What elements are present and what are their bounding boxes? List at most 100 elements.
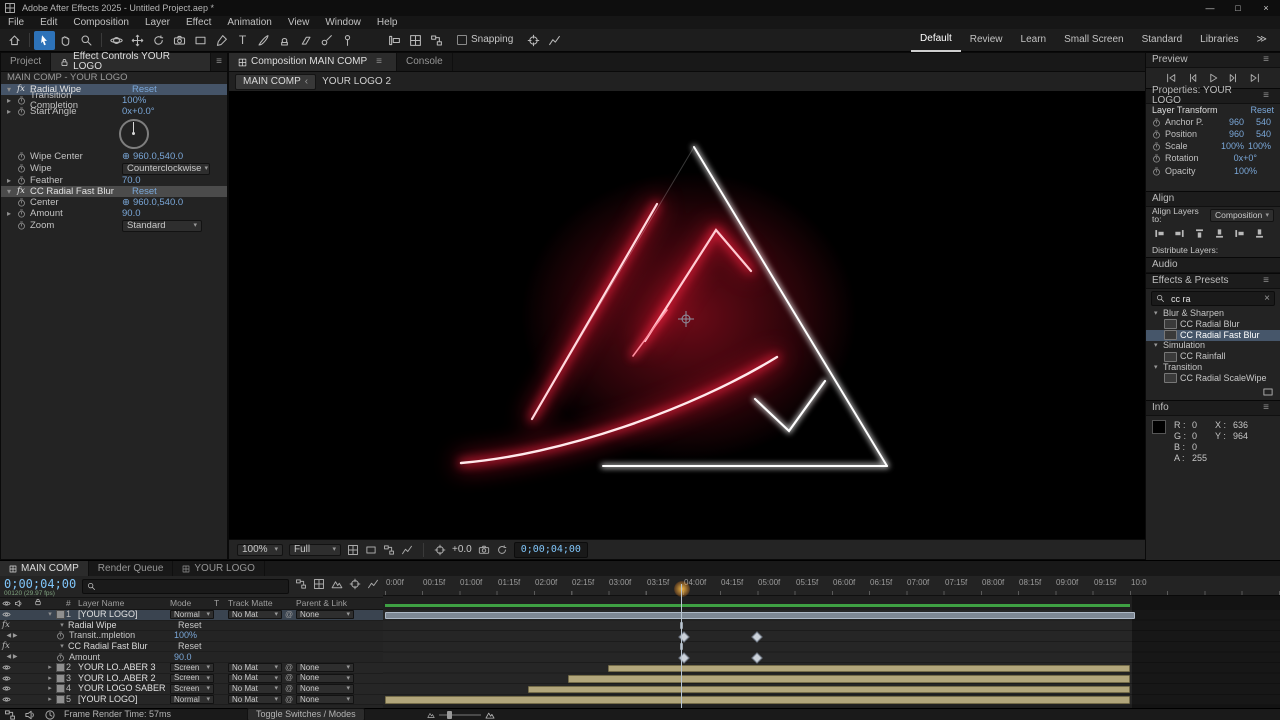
eye-icon[interactable] — [0, 674, 12, 683]
composition-flowchart-icon[interactable] — [295, 578, 307, 590]
type-tool[interactable]: T — [232, 31, 253, 50]
expand-icon[interactable]: ▸ — [7, 107, 17, 116]
align-panel-icon[interactable] — [384, 31, 405, 50]
selection-tool[interactable] — [34, 30, 55, 50]
col-track-matte[interactable]: Track Matte — [228, 599, 282, 608]
timeline-timecode[interactable]: 0;00;04;00 — [4, 578, 76, 590]
workspace-review[interactable]: Review — [961, 29, 1012, 52]
clear-search-icon[interactable]: × — [1264, 293, 1270, 304]
draft-3d-icon[interactable] — [313, 578, 325, 590]
eye-icon[interactable] — [0, 695, 12, 704]
align-header[interactable]: Align — [1146, 191, 1280, 208]
panel-menu-icon[interactable]: ≡ — [1258, 276, 1274, 286]
tree-item-cc-rainfall[interactable]: CC Rainfall — [1146, 351, 1280, 362]
tree-group-blur-sharpen[interactable]: ▾ Blur & Sharpen — [1146, 308, 1280, 319]
angle-dial[interactable] — [119, 119, 149, 149]
stopwatch-icon[interactable] — [1152, 142, 1165, 151]
shape-tool[interactable] — [190, 31, 211, 50]
pickwhip-icon[interactable]: @ — [282, 695, 296, 704]
flowchart-icon[interactable] — [426, 31, 447, 50]
info-header[interactable]: Info ≡ — [1146, 399, 1280, 416]
track-matte-dropdown[interactable]: No Mat ▾ — [228, 610, 282, 620]
value-x[interactable]: 960 — [1217, 129, 1244, 139]
eye-icon[interactable] — [0, 663, 12, 672]
mode-dropdown[interactable]: Screen ▾ — [170, 673, 214, 683]
timeline-search-input[interactable] — [100, 580, 284, 593]
value[interactable]: 0x+0° — [1217, 154, 1257, 163]
panel-menu-icon[interactable]: ≡ — [1258, 55, 1274, 65]
puppet-pin-tool[interactable] — [337, 31, 358, 50]
stopwatch-icon[interactable] — [17, 152, 30, 161]
menu-layer[interactable]: Layer — [137, 16, 178, 29]
stopwatch-icon[interactable] — [17, 164, 30, 173]
value[interactable]: 100% — [1217, 166, 1257, 176]
tab-composition-main-comp[interactable]: Composition MAIN COMP ≡ — [229, 53, 397, 71]
pickwhip-icon[interactable]: @ — [282, 610, 296, 619]
track-matte-dropdown[interactable]: No Mat ▾ — [228, 673, 282, 683]
value-y[interactable]: 540 — [1244, 129, 1271, 139]
frame-blend-icon[interactable] — [331, 578, 343, 590]
composition-viewport[interactable] — [229, 91, 1145, 539]
magnet-icon[interactable] — [523, 31, 544, 50]
expand-icon[interactable]: ▾ — [56, 622, 68, 629]
stopwatch-icon[interactable] — [56, 631, 69, 640]
expand-icon[interactable]: ▸ — [44, 696, 56, 703]
roto-brush-tool[interactable] — [316, 31, 337, 50]
lock-column-icon[interactable] — [34, 598, 44, 609]
layer-name[interactable]: [YOUR LOGO] — [78, 610, 170, 619]
viewer-timecode[interactable]: 0;00;04;00 — [513, 541, 588, 558]
stopwatch-icon[interactable] — [1152, 154, 1165, 163]
stopwatch-icon[interactable] — [1152, 167, 1165, 176]
timeline-zoom-control[interactable] — [427, 710, 495, 720]
hand-tool[interactable] — [55, 31, 76, 50]
breadcrumb-main-comp[interactable]: MAIN COMP ‹ — [235, 74, 317, 90]
layer-name[interactable]: YOUR LO..ABER 3 — [78, 663, 170, 672]
col-parent-link[interactable]: Parent & Link — [296, 599, 354, 608]
magnification-dropdown[interactable]: 100% ▾ — [237, 543, 283, 556]
prop-value[interactable]: 90.0 — [174, 652, 224, 662]
layer-name[interactable]: [YOUR LOGO] — [78, 695, 170, 704]
timeline-search-box[interactable] — [82, 579, 289, 594]
audio-mute-icon[interactable] — [24, 709, 36, 720]
first-frame-button[interactable] — [1165, 72, 1177, 84]
pickwhip-icon[interactable]: @ — [282, 684, 296, 693]
pickwhip-icon[interactable]: @ — [282, 663, 296, 672]
menu-file[interactable]: File — [0, 16, 32, 29]
eye-icon[interactable] — [0, 684, 12, 693]
current-time-indicator[interactable] — [681, 584, 682, 709]
layer-name[interactable]: YOUR LOGO SABER — [78, 684, 170, 693]
menu-window[interactable]: Window — [317, 16, 369, 29]
menu-view[interactable]: View — [280, 16, 318, 29]
render-clock-icon[interactable] — [44, 709, 56, 720]
parent-dropdown[interactable]: None ▾ — [296, 663, 354, 673]
collapse-icon[interactable]: ▾ — [1154, 364, 1163, 371]
tree-item-cc-radial-blur[interactable]: CC Radial Blur — [1146, 319, 1280, 330]
property-row-amount[interactable]: ◀ ▶ Amount 90.0 — [0, 652, 383, 663]
reset-link[interactable]: Reset — [178, 642, 228, 651]
expand-icon[interactable]: ▸ — [44, 664, 56, 671]
transparency-grid-icon[interactable] — [401, 544, 413, 556]
snapping-checkbox[interactable] — [457, 35, 467, 45]
track-matte-dropdown[interactable]: No Mat ▾ — [228, 694, 282, 705]
workspace-default[interactable]: Default — [911, 29, 961, 52]
layer-row-3[interactable]: ▸ 3 YOUR LO..ABER 2 Screen ▾ No Mat ▾ @ No… — [0, 673, 383, 685]
stopwatch-icon[interactable] — [17, 96, 30, 105]
menu-edit[interactable]: Edit — [32, 16, 65, 29]
timeline-track-area[interactable]: 0:00f 00:15f 01:00f 01:15f 02:00f 02:15f… — [383, 576, 1280, 709]
tree-item-cc-radial-scalewipe[interactable]: CC Radial ScaleWipe — [1146, 373, 1280, 384]
collapse-icon[interactable]: ▾ — [1154, 342, 1163, 349]
keyframe-navigator[interactable]: ◀ ▶ — [0, 654, 24, 660]
tree-item-cc-radial-fast-blur[interactable]: CC Radial Fast Blur — [1146, 329, 1280, 341]
previous-frame-button[interactable] — [1186, 72, 1198, 84]
menu-effect[interactable]: Effect — [178, 16, 219, 29]
breadcrumb-layer[interactable]: YOUR LOGO 2 — [322, 77, 391, 87]
value-x[interactable]: 960 — [1217, 117, 1244, 127]
col-t[interactable]: T — [214, 599, 228, 608]
prop-value[interactable]: 0x+0.0° — [122, 107, 155, 117]
stopwatch-icon[interactable] — [56, 653, 69, 662]
align-top-icon[interactable] — [1212, 227, 1227, 239]
layer-row-5[interactable]: ▸ 5 [YOUR LOGO] Normal ▾ No Mat ▾ @ None ▾ — [0, 695, 383, 706]
clone-stamp-tool[interactable] — [274, 31, 295, 50]
stopwatch-icon[interactable] — [17, 198, 30, 207]
effects-search-input[interactable] — [1169, 292, 1261, 305]
